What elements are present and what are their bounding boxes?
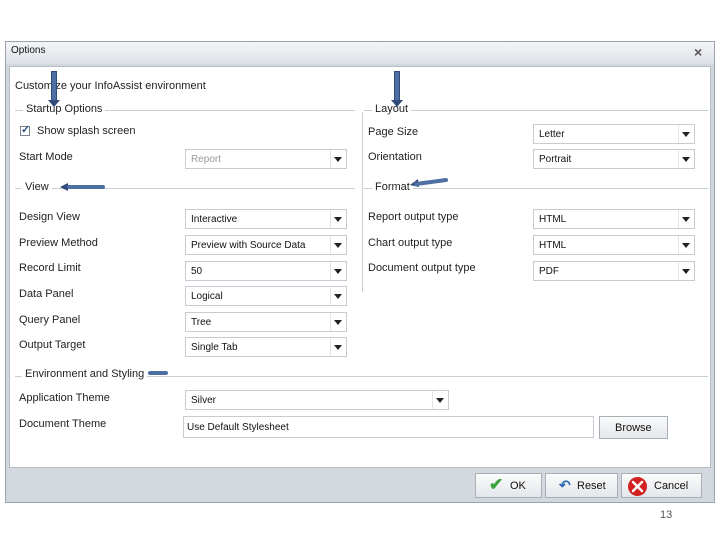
preview-method-label: Preview Method — [19, 237, 98, 249]
document-output-value: PDF — [539, 266, 559, 277]
dropdown-arrow-icon[interactable] — [678, 236, 694, 254]
page-size-label: Page Size — [368, 126, 419, 138]
annotation-arrow-icon — [60, 182, 106, 191]
format-divider — [364, 188, 708, 189]
data-panel-select[interactable]: Logical — [185, 286, 347, 306]
output-target-label: Output Target — [19, 339, 86, 351]
report-output-value: HTML — [539, 214, 567, 225]
view-section-title: View — [22, 181, 52, 193]
dropdown-arrow-icon[interactable] — [330, 262, 346, 280]
annotation-arrow-icon — [391, 71, 403, 107]
orientation-label: Orientation — [368, 151, 422, 163]
query-panel-value: Tree — [191, 317, 212, 328]
record-limit-select[interactable]: 50 — [185, 261, 347, 281]
design-view-value: Interactive — [191, 214, 238, 225]
format-section-title: Format — [372, 181, 413, 193]
annotation-arrow-icon — [48, 71, 60, 107]
design-view-label: Design View — [19, 211, 80, 223]
orientation-select[interactable]: Portrait — [533, 149, 695, 169]
report-output-select[interactable]: HTML — [533, 209, 695, 229]
dropdown-arrow-icon[interactable] — [330, 313, 346, 331]
chart-output-label: Chart output type — [368, 237, 453, 249]
chart-output-select[interactable]: HTML — [533, 235, 695, 255]
close-icon[interactable]: × — [694, 44, 702, 60]
dropdown-arrow-icon[interactable] — [330, 236, 346, 254]
dialog-title: Options — [11, 45, 46, 56]
record-limit-label: Record Limit — [19, 262, 81, 274]
dialog-subtitle: Customize your InfoAssist environment — [15, 80, 206, 92]
start-mode-select: Report — [185, 149, 347, 169]
ok-label: OK — [510, 480, 526, 492]
cancel-label: Cancel — [654, 480, 689, 492]
reset-label: Reset — [577, 480, 606, 492]
dropdown-arrow-icon[interactable] — [678, 262, 694, 280]
cancel-button[interactable]: Cancel — [621, 473, 702, 498]
doc-theme-input[interactable]: Use Default Stylesheet — [183, 416, 594, 438]
environment-section-title: Environment and Styling — [22, 368, 148, 380]
page-size-value: Letter — [539, 129, 565, 140]
dialog-titlebar — [6, 42, 714, 64]
page-size-select[interactable]: Letter — [533, 124, 695, 144]
output-target-select[interactable]: Single Tab — [185, 337, 347, 357]
dropdown-arrow-icon[interactable] — [330, 287, 346, 305]
app-theme-value: Silver — [191, 395, 217, 406]
document-output-select[interactable]: PDF — [533, 261, 695, 281]
doc-theme-value: Use Default Stylesheet — [187, 422, 289, 433]
chart-output-value: HTML — [539, 240, 567, 251]
browse-label: Browse — [615, 422, 652, 434]
page-number: 13 — [660, 509, 673, 521]
dropdown-arrow-icon[interactable] — [432, 391, 448, 409]
ok-button[interactable]: ✔ OK — [475, 473, 542, 498]
dropdown-arrow-icon[interactable] — [678, 125, 694, 143]
cancel-icon — [628, 477, 647, 496]
document-output-label: Document output type — [368, 262, 476, 274]
reset-icon: ↶ — [559, 477, 571, 493]
orientation-value: Portrait — [539, 154, 572, 165]
data-panel-label: Data Panel — [19, 288, 74, 300]
design-view-select[interactable]: Interactive — [185, 209, 347, 229]
reset-button[interactable]: ↶ Reset — [545, 473, 618, 498]
preview-method-value: Preview with Source Data — [191, 240, 306, 251]
app-theme-label: Application Theme — [19, 392, 110, 404]
splash-checkbox[interactable] — [20, 123, 30, 136]
dropdown-arrow-icon[interactable] — [330, 338, 346, 356]
start-mode-value: Report — [191, 154, 222, 165]
dropdown-arrow-icon — [330, 150, 346, 168]
data-panel-value: Logical — [191, 291, 223, 302]
output-target-value: Single Tab — [191, 342, 238, 353]
annotation-arrow-icon — [410, 177, 448, 187]
report-output-label: Report output type — [368, 211, 459, 223]
startup-section-title: Startup Options — [23, 103, 106, 115]
start-mode-label: Start Mode — [19, 151, 73, 163]
query-panel-select[interactable]: Tree — [185, 312, 347, 332]
app-theme-select[interactable]: Silver — [185, 390, 449, 410]
doc-theme-label: Document Theme — [19, 418, 107, 430]
annotation-arrow-icon — [148, 371, 168, 375]
ok-check-icon: ✔ — [489, 475, 504, 494]
column-divider — [362, 112, 363, 292]
query-panel-label: Query Panel — [19, 314, 81, 326]
layout-divider — [364, 110, 708, 111]
splash-label: Show splash screen — [37, 125, 136, 137]
dropdown-arrow-icon[interactable] — [678, 150, 694, 168]
record-limit-value: 50 — [191, 266, 203, 277]
preview-method-select[interactable]: Preview with Source Data — [185, 235, 347, 255]
browse-button[interactable]: Browse — [599, 416, 668, 439]
dropdown-arrow-icon[interactable] — [678, 210, 694, 228]
dropdown-arrow-icon[interactable] — [330, 210, 346, 228]
